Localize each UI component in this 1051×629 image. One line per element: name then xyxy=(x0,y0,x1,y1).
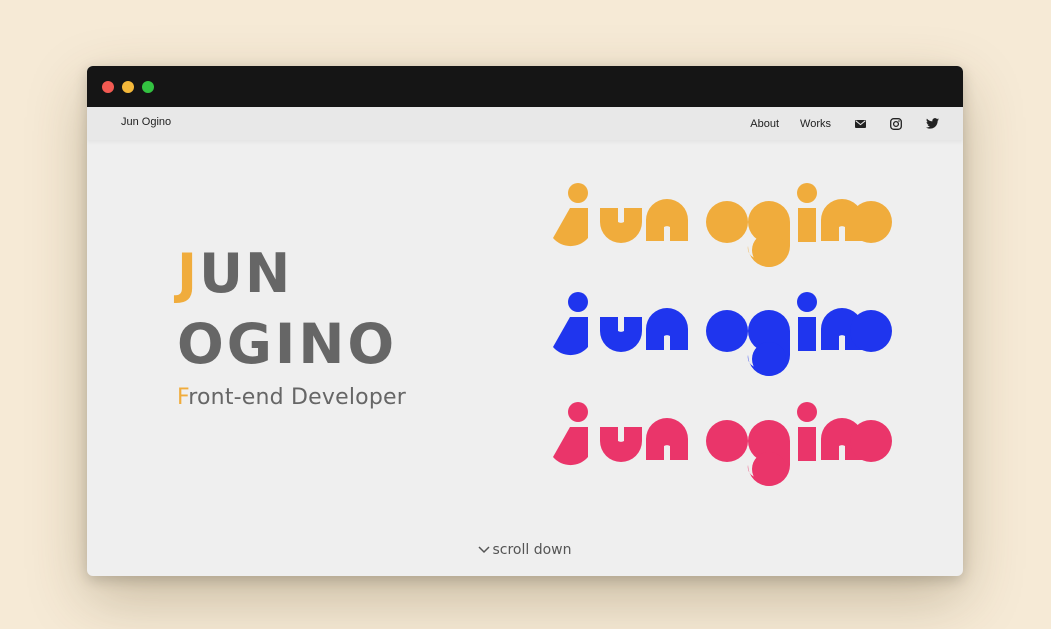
logo-glyph-part xyxy=(706,310,748,352)
maximize-window-button[interactable] xyxy=(142,81,154,93)
twitter-icon[interactable] xyxy=(925,117,939,131)
jun-ogino-logo-blue xyxy=(553,292,892,376)
logo-glyph-part xyxy=(646,199,688,241)
minimize-window-button[interactable] xyxy=(122,81,134,93)
logo-glyph-part xyxy=(646,308,688,350)
logo-glyph-part xyxy=(706,420,748,462)
logo-glyph-part xyxy=(553,427,588,466)
title-bar xyxy=(87,66,963,107)
scroll-down-link[interactable]: scroll down xyxy=(87,542,963,558)
jun-ogino-logo-pink xyxy=(553,402,892,486)
scroll-down-label: scroll down xyxy=(492,542,572,558)
nav-link-works[interactable]: Works xyxy=(800,118,831,130)
site-brand[interactable]: Jun Ogino xyxy=(121,116,171,128)
logo-glyph-part xyxy=(553,317,588,356)
logo-glyph-part xyxy=(706,201,748,243)
logo-glyph-part xyxy=(850,420,892,462)
logo-glyph-part xyxy=(850,310,892,352)
chevron-down-icon xyxy=(478,546,491,554)
hero-name-line-1-rest: UN xyxy=(199,242,293,305)
logo-glyph-part xyxy=(798,208,816,242)
instagram-icon[interactable] xyxy=(889,117,903,131)
logo-glyph-part xyxy=(646,418,688,460)
logo-glyph-part xyxy=(798,317,816,351)
mail-icon[interactable] xyxy=(853,117,867,131)
close-window-button[interactable] xyxy=(102,81,114,93)
logo-glyph-part xyxy=(850,201,892,243)
nav-menu: About Works xyxy=(729,107,939,140)
logo-glyph-part xyxy=(797,292,817,312)
logo-glyph-part xyxy=(752,233,786,267)
logo-glyph-part xyxy=(797,402,817,422)
logo-glyph-part xyxy=(600,427,642,462)
logo-glyph-part xyxy=(568,402,588,422)
logo-glyph-part xyxy=(600,317,642,352)
logo-variations xyxy=(553,180,893,510)
logo-glyph-part xyxy=(568,292,588,312)
logo-glyph-part xyxy=(752,342,786,376)
hero-name-line-1: JUN xyxy=(177,247,292,301)
logo-glyph-part xyxy=(798,427,816,461)
browser-window: Jun Ogino About Works JUN OGINO Front-en… xyxy=(87,66,963,576)
logo-glyph-part xyxy=(752,452,786,486)
logo-glyph-part xyxy=(568,183,588,203)
hero-section: JUN OGINO Front-end Developer scroll dow… xyxy=(87,140,963,576)
hero-role: Front-end Developer xyxy=(177,385,406,410)
logo-glyph-part xyxy=(600,208,642,243)
hero-name-accent-letter: J xyxy=(177,242,200,305)
nav-link-about[interactable]: About xyxy=(750,118,779,130)
hero-name-line-2: OGINO xyxy=(177,312,398,376)
logo-glyph-part xyxy=(797,183,817,203)
jun-ogino-logo-orange xyxy=(553,183,892,267)
site-navbar: Jun Ogino About Works xyxy=(87,107,963,140)
hero-role-rest: ront-end Developer xyxy=(188,385,406,410)
logo-glyph-part xyxy=(553,208,588,247)
hero-role-accent-letter: F xyxy=(177,385,189,410)
